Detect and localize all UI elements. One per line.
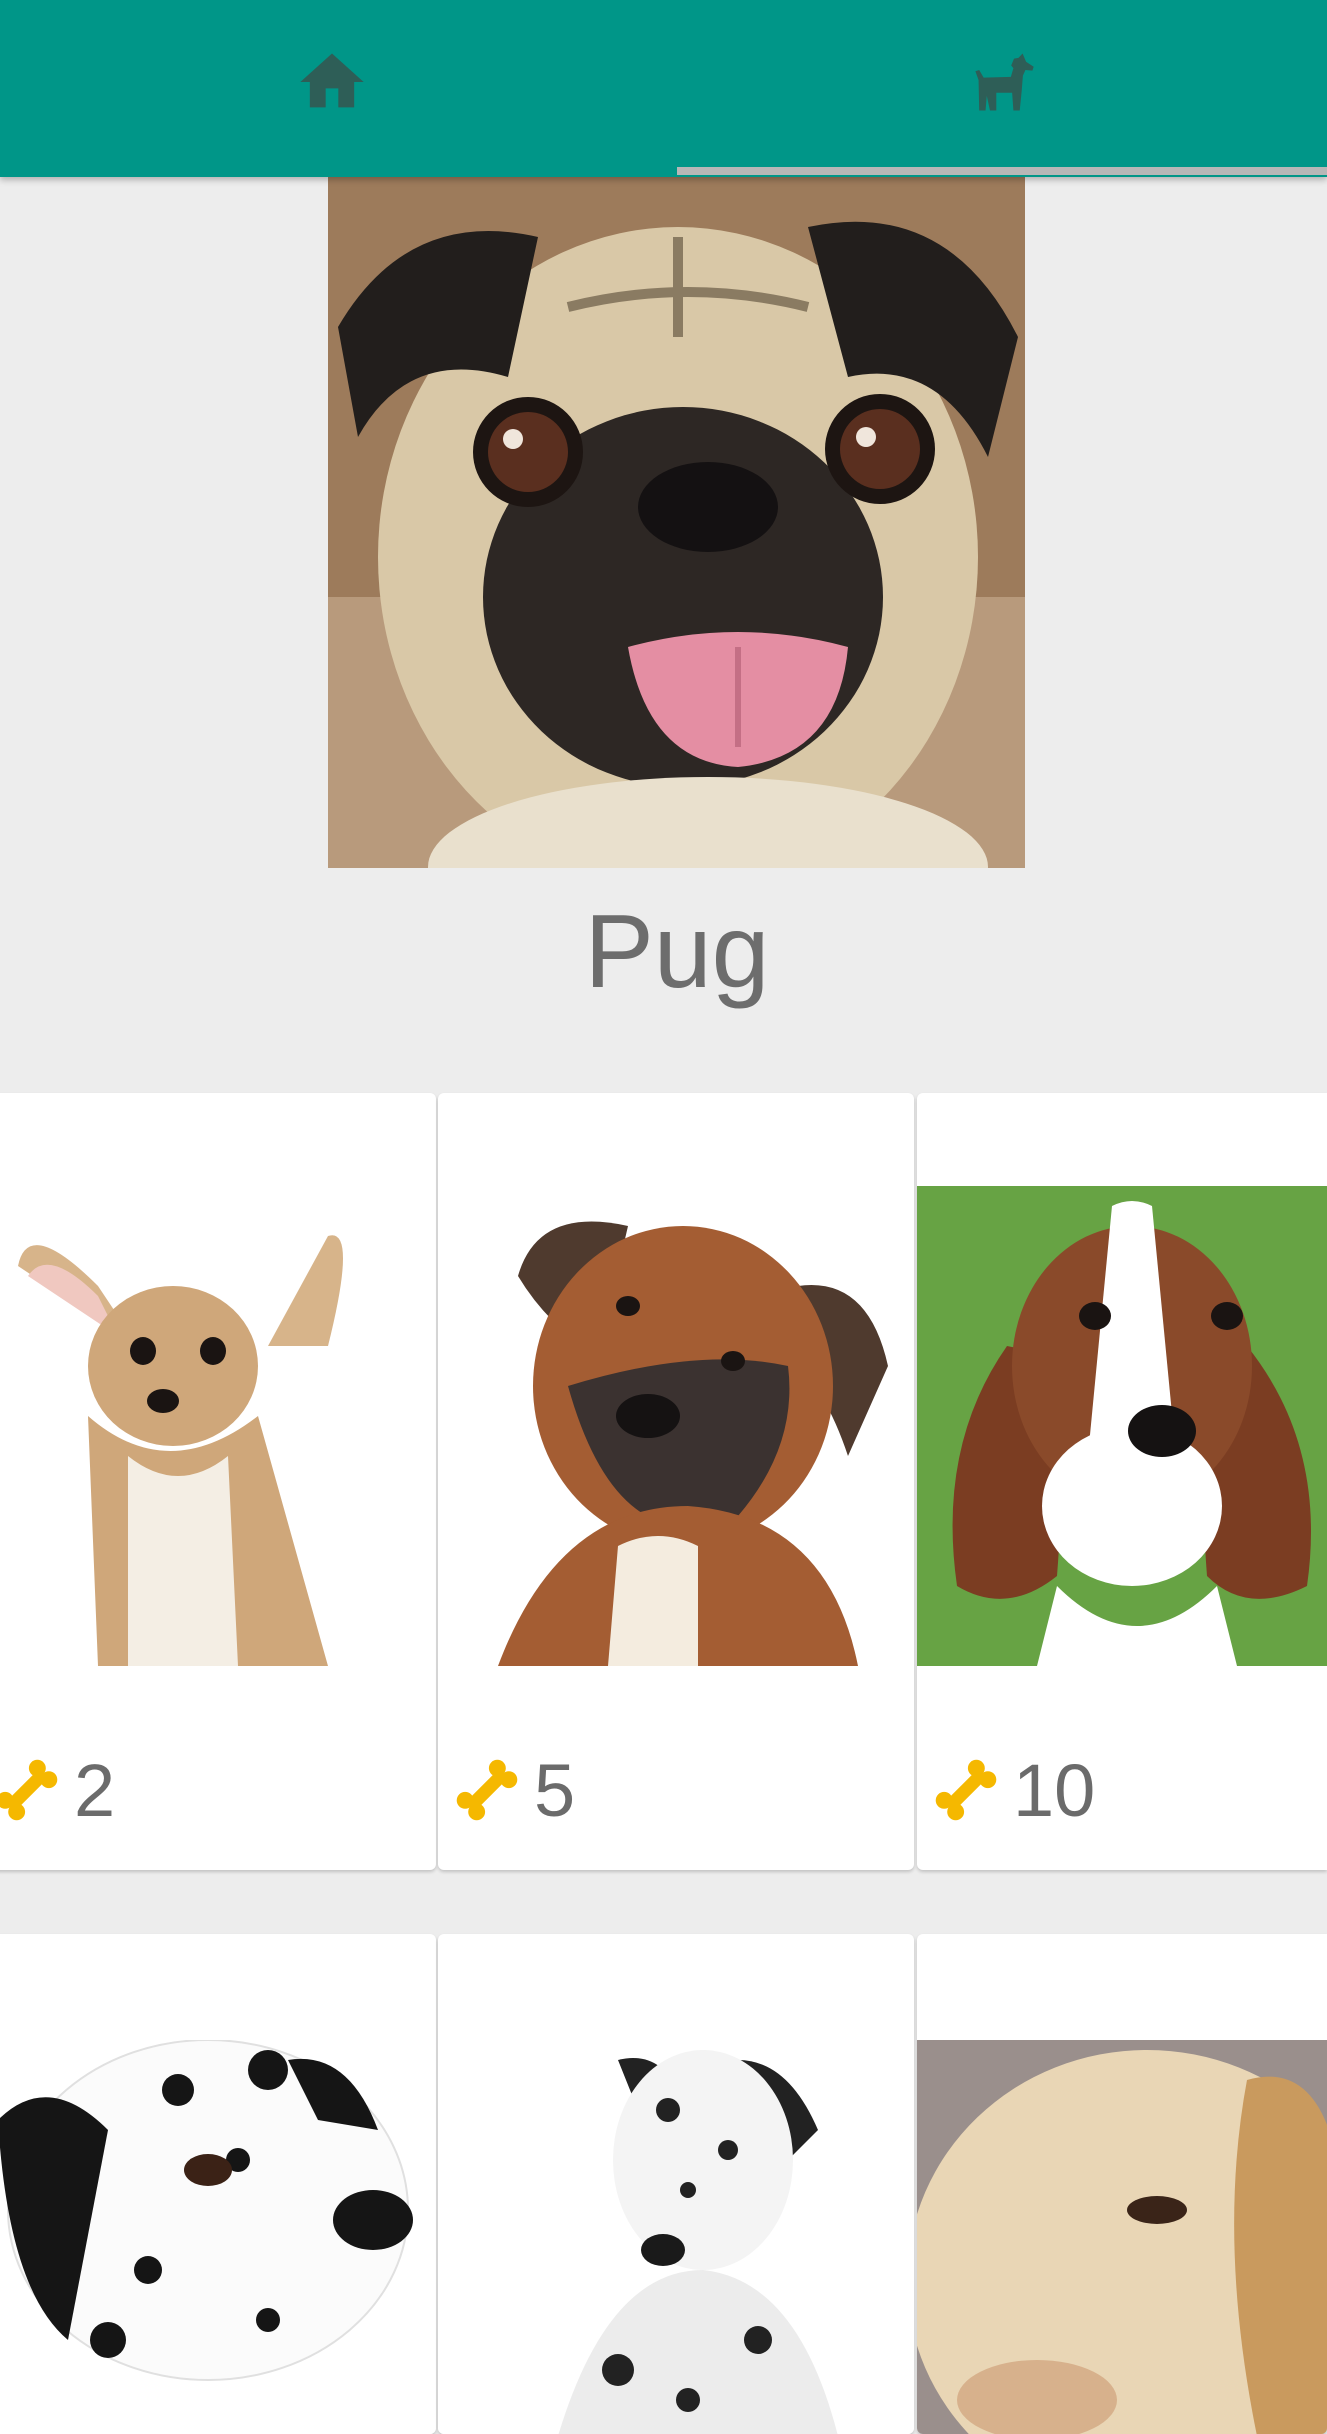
dog-card-chihuahua[interactable]: 2 <box>0 1093 436 1870</box>
price-label: 5 <box>448 1748 576 1832</box>
dog-card-boxer[interactable]: 5 <box>438 1093 914 1870</box>
dog-icon <box>975 53 1034 110</box>
chihuahua-photo <box>0 1186 436 1666</box>
tab-indicator <box>677 167 1327 175</box>
bone-icon <box>456 1759 518 1821</box>
tab-home[interactable] <box>0 0 663 177</box>
price-value: 2 <box>74 1748 116 1832</box>
price-label: 2 <box>0 1748 116 1832</box>
basset-hound-photo <box>917 1186 1327 1666</box>
bone-icon <box>935 1759 997 1821</box>
great-dane-photo <box>438 2040 914 2434</box>
dog-card-basset-hound[interactable]: 10 <box>917 1093 1327 1870</box>
featured-dog-photo <box>328 177 1025 868</box>
bone-icon <box>0 1759 58 1821</box>
tab-dogs[interactable] <box>677 0 1327 177</box>
price-label: 10 <box>927 1748 1096 1832</box>
labrador-photo <box>917 2040 1327 2434</box>
dalmatian-photo <box>0 2040 436 2434</box>
dog-card-great-dane[interactable] <box>438 1934 914 2434</box>
home-icon <box>299 53 364 107</box>
featured-dog-name: Pug <box>584 894 770 1010</box>
price-value: 5 <box>534 1748 576 1832</box>
price-value: 10 <box>1013 1748 1096 1832</box>
tab-bar <box>0 0 1327 177</box>
dog-card-labrador[interactable] <box>917 1934 1327 2434</box>
dog-card-dalmatian[interactable] <box>0 1934 436 2434</box>
boxer-photo <box>438 1186 914 1666</box>
